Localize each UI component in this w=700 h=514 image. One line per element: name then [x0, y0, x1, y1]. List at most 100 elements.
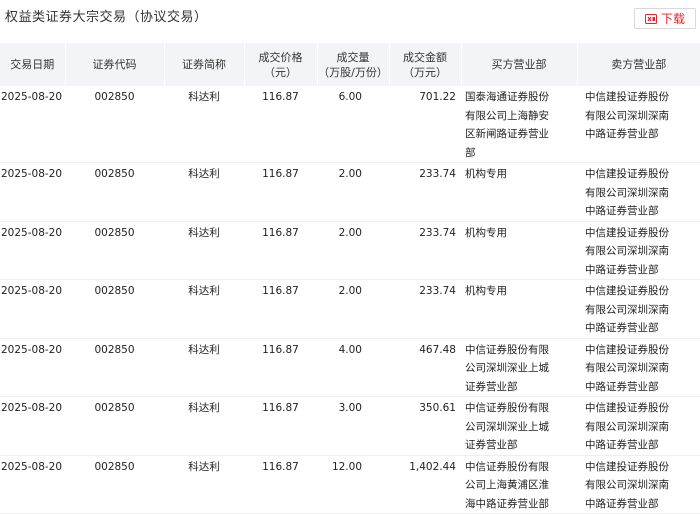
- volume-cell-text: 2.00: [338, 285, 362, 297]
- price-cell: 116.87: [244, 86, 317, 163]
- seller-branch-cell: 中信建投证券股份 有限公司深圳深南 中路证券营业部: [577, 221, 700, 280]
- price-cell-text: 116.87: [262, 460, 299, 473]
- price-cell-text: 116.87: [262, 168, 299, 180]
- seller-branch-cell: 中信建投证券股份 有限公司深圳深南 中路证券营业部: [577, 338, 700, 397]
- security-code-cell-text: 002850: [94, 343, 135, 356]
- amount-cell-text: 233.74: [419, 285, 456, 297]
- header-volume-unit: （万股/万份）: [318, 65, 388, 79]
- amount-cell-text: 233.74: [419, 168, 456, 180]
- security-name-cell: 科达利: [164, 338, 244, 397]
- header-volume-label: 成交量: [336, 50, 370, 64]
- volume-cell: 4.00: [317, 338, 389, 397]
- table-row: 2025-08-20 002850 科达利 116.87 4.00 467.48 中信证券股…: [0, 338, 700, 397]
- buyer-branch-cell: 中信证券股份有限 公司深圳深业上城 证券营业部: [461, 396, 577, 456]
- security-name-cell: 科达利: [164, 86, 244, 163]
- security-code-cell: 002850: [65, 455, 164, 514]
- seller-branch-cell: 中信建投证券股份 有限公司深圳深南 中路证券营业部: [577, 86, 700, 163]
- buyer-branch-cell: 中信证券股份有限 公司上海黄浦区淮 海中路证券营业部: [461, 455, 577, 514]
- price-cell: 116.87: [244, 396, 317, 456]
- table-row: 2025-08-20 002850 科达利 116.87 6.00 701.22 国泰海通证…: [0, 86, 700, 163]
- amount-cell-text: 350.61: [419, 402, 456, 414]
- security-code-cell: 002850: [65, 279, 164, 339]
- security-name-cell-text: 科达利: [188, 285, 220, 297]
- trade-date-cell-text: 2025-08-20: [1, 460, 63, 473]
- security-name-cell: 科达利: [164, 279, 244, 339]
- table-body: 2025-08-20 002850 科达利 116.87 6.00 701.22 国泰海通证…: [0, 86, 700, 514]
- seller-branch-cell: 中信建投证券股份 有限公司深圳深南 中路证券营业部: [577, 279, 700, 339]
- download-button[interactable]: 下载: [634, 8, 696, 29]
- table-header-row: 交易日期 证券代码 证券简称 成交价格 （元） 成交量 （万股/万份） 成交金额…: [0, 43, 700, 86]
- header-buyer: 买方营业部: [461, 43, 578, 86]
- trade-date-cell-text: 2025-08-20: [1, 91, 63, 103]
- table-row: 2025-08-20 002850 科达利 116.87 2.00 233.74 机构专用 中…: [0, 162, 700, 222]
- header-price-unit: （元）: [264, 65, 297, 79]
- header-seller: 卖方营业部: [577, 43, 700, 86]
- security-name-cell-text: 科达利: [188, 91, 220, 103]
- security-name-cell-text: 科达利: [188, 460, 220, 473]
- volume-cell: 2.00: [317, 162, 389, 222]
- security-code-cell-text: 002850: [94, 91, 135, 103]
- price-cell: 116.87: [244, 455, 317, 514]
- volume-cell: 6.00: [317, 86, 389, 163]
- table-row: 2025-08-20 002850 科达利 116.87 2.00 233.74 机构专用 中…: [0, 221, 700, 280]
- amount-cell-text: 701.22: [419, 91, 456, 103]
- security-code-cell: 002850: [65, 221, 164, 280]
- security-name-cell: 科达利: [164, 221, 244, 280]
- price-cell-text: 116.87: [262, 343, 299, 356]
- amount-cell-text: 1,402.44: [409, 460, 456, 473]
- amount-cell: 467.48: [389, 338, 461, 397]
- price-cell-text: 116.87: [262, 285, 299, 297]
- volume-cell-text: 6.00: [338, 91, 362, 103]
- buyer-branch-cell: 中信证券股份有限 公司深圳深业上城 证券营业部: [461, 338, 577, 397]
- buyer-branch-cell: 机构专用: [461, 279, 577, 339]
- security-name-cell: 科达利: [164, 162, 244, 222]
- header-amount-label: 成交金额: [403, 50, 447, 64]
- header-price: 成交价格 （元）: [244, 43, 318, 86]
- buyer-branch-cell: 机构专用: [461, 162, 577, 222]
- volume-cell: 12.00: [317, 455, 389, 514]
- buyer-branch-cell: 机构专用: [461, 221, 577, 280]
- volume-cell-text: 12.00: [331, 460, 362, 473]
- block-trade-table: 交易日期 证券代码 证券简称 成交价格 （元） 成交量 （万股/万份） 成交金额…: [0, 43, 700, 514]
- price-cell-text: 116.87: [262, 226, 299, 239]
- seller-branch-cell-text: 中信建投证券股份 有限公司深圳深南 中路证券营业部: [585, 168, 669, 217]
- buyer-branch-cell: 国泰海通证券股份 有限公司上海静安 区新闸路证券营业 部: [461, 86, 577, 163]
- trade-date-cell-text: 2025-08-20: [1, 343, 63, 356]
- buyer-branch-cell-text: 国泰海通证券股份 有限公司上海静安 区新闸路证券营业 部: [465, 91, 549, 159]
- security-code-cell: 002850: [65, 396, 164, 456]
- table-row: 2025-08-20 002850 科达利 116.87 12.00 1,402.44 中信…: [0, 455, 700, 514]
- trade-date-cell: 2025-08-20: [0, 396, 65, 456]
- seller-branch-cell: 中信建投证券股份 有限公司深圳深南 中路证券营业部: [577, 162, 700, 222]
- price-cell: 116.87: [244, 162, 317, 222]
- buyer-branch-cell-text: 机构专用: [465, 285, 507, 297]
- trade-date-cell-text: 2025-08-20: [1, 226, 63, 239]
- security-name-cell: 科达利: [164, 455, 244, 514]
- header-amount-unit: （万元）: [403, 65, 447, 79]
- volume-cell-text: 3.00: [338, 402, 362, 414]
- security-code-cell-text: 002850: [94, 460, 135, 473]
- security-name-cell-text: 科达利: [188, 343, 220, 356]
- buyer-branch-cell-text: 中信证券股份有限 公司深圳深业上城 证券营业部: [465, 343, 549, 393]
- seller-branch-cell-text: 中信建投证券股份 有限公司深圳深南 中路证券营业部: [585, 285, 669, 334]
- buyer-branch-cell-text: 机构专用: [465, 226, 507, 239]
- security-code-cell: 002850: [65, 338, 164, 397]
- price-cell-text: 116.87: [262, 91, 299, 103]
- header-volume: 成交量 （万股/万份）: [317, 43, 390, 86]
- seller-branch-cell-text: 中信建投证券股份 有限公司深圳深南 中路证券营业部: [585, 226, 669, 276]
- security-code-cell-text: 002850: [94, 226, 135, 239]
- price-cell: 116.87: [244, 338, 317, 397]
- amount-cell: 350.61: [389, 396, 461, 456]
- seller-branch-cell: 中信建投证券股份 有限公司深圳深南 中路证券营业部: [577, 396, 700, 456]
- amount-cell: 1,402.44: [389, 455, 461, 514]
- volume-cell: 3.00: [317, 396, 389, 456]
- volume-cell-text: 2.00: [338, 168, 362, 180]
- security-name-cell: 科达利: [164, 396, 244, 456]
- trade-date-cell: 2025-08-20: [0, 162, 65, 222]
- volume-cell: 2.00: [317, 279, 389, 339]
- trade-date-cell: 2025-08-20: [0, 86, 65, 163]
- buyer-branch-cell-text: 中信证券股份有限 公司上海黄浦区淮 海中路证券营业部: [465, 460, 549, 510]
- amount-cell: 701.22: [389, 86, 461, 163]
- header-trade-date: 交易日期: [0, 43, 66, 86]
- seller-branch-cell-text: 中信建投证券股份 有限公司深圳深南 中路证券营业部: [585, 343, 669, 393]
- security-name-cell-text: 科达利: [188, 168, 220, 180]
